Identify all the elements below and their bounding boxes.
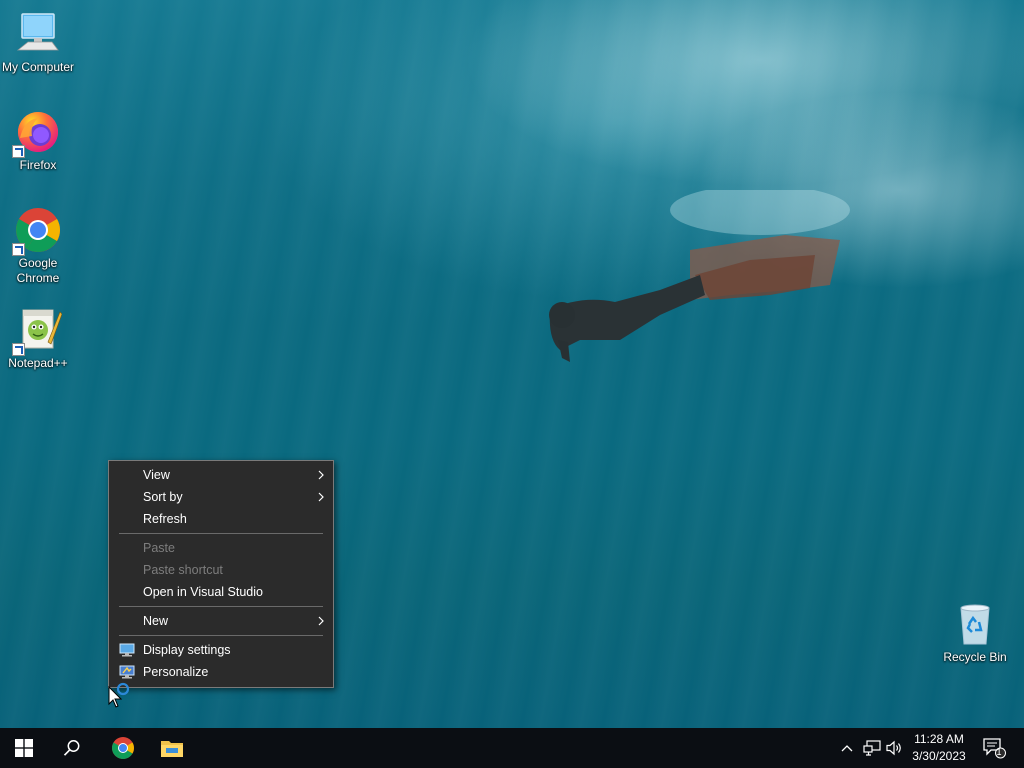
desktop-icon-notepadpp[interactable]: Notepad++ bbox=[0, 306, 76, 371]
start-button[interactable] bbox=[0, 728, 48, 768]
clock-time: 11:28 AM bbox=[914, 732, 964, 746]
network-button[interactable] bbox=[860, 728, 884, 768]
taskbar-app-file-explorer[interactable] bbox=[148, 728, 196, 768]
search-button[interactable] bbox=[48, 728, 96, 768]
desktop-icon-label: Notepad++ bbox=[8, 356, 68, 370]
menu-item-label: Sort by bbox=[143, 490, 183, 504]
menu-item-display-settings[interactable]: Display settings bbox=[109, 639, 333, 661]
menu-item-view[interactable]: View bbox=[109, 464, 333, 486]
menu-item-label: View bbox=[143, 468, 170, 482]
notepadpp-icon bbox=[12, 306, 63, 356]
busy-ring-icon bbox=[116, 682, 130, 696]
taskbar-clock[interactable]: 11:28 AM 3/30/2023 bbox=[906, 731, 972, 765]
menu-item-refresh[interactable]: Refresh bbox=[109, 508, 333, 530]
wallpaper-diver bbox=[549, 190, 850, 362]
menu-item-personalize[interactable]: Personalize bbox=[109, 661, 333, 683]
menu-separator bbox=[119, 635, 323, 636]
desktop-icon-firefox[interactable]: Firefox bbox=[0, 108, 76, 173]
menu-item-label: Open in Visual Studio bbox=[143, 585, 263, 599]
desktop[interactable]: My Computer Firefox Google Chrome Notepa… bbox=[0, 0, 1024, 728]
volume-button[interactable] bbox=[884, 728, 906, 768]
taskbar: 11:28 AM 3/30/2023 1 bbox=[0, 728, 1024, 768]
show-hidden-icons-button[interactable] bbox=[836, 728, 858, 768]
menu-item-label: Paste shortcut bbox=[143, 563, 223, 577]
recycle-bin-icon bbox=[951, 600, 999, 648]
shortcut-arrow-icon bbox=[12, 343, 25, 356]
taskbar-app-chrome[interactable] bbox=[99, 728, 147, 768]
menu-separator bbox=[119, 606, 323, 607]
chevron-right-icon bbox=[318, 470, 324, 480]
menu-item-paste: Paste bbox=[109, 537, 333, 559]
desktop-icon-label: My Computer bbox=[1, 60, 75, 74]
desktop-icon-my-computer[interactable]: My Computer bbox=[0, 10, 76, 75]
desktop-icon-recycle-bin[interactable]: Recycle Bin bbox=[937, 600, 1013, 665]
shortcut-arrow-icon bbox=[12, 243, 25, 256]
menu-separator bbox=[119, 533, 323, 534]
firefox-icon bbox=[12, 108, 62, 158]
network-icon bbox=[863, 740, 881, 756]
menu-item-new[interactable]: New bbox=[109, 610, 333, 632]
menu-item-label: Display settings bbox=[143, 643, 231, 657]
folder-icon bbox=[161, 741, 183, 757]
chrome-icon bbox=[112, 737, 134, 759]
clock-date: 3/30/2023 bbox=[912, 749, 966, 763]
display-icon bbox=[119, 643, 135, 657]
menu-item-label: New bbox=[143, 614, 169, 628]
menu-item-label: Personalize bbox=[143, 665, 209, 679]
desktop-icon-label: Google Chrome bbox=[16, 256, 60, 285]
menu-item-open-in-visual-studio[interactable]: Open in Visual Studio bbox=[109, 581, 333, 603]
desktop-context-menu: View Sort by Refresh Paste Paste shortcu… bbox=[108, 460, 334, 688]
menu-item-label: Paste bbox=[143, 541, 175, 555]
menu-item-sort-by[interactable]: Sort by bbox=[109, 486, 333, 508]
chevron-up-icon bbox=[841, 745, 853, 752]
chevron-right-icon bbox=[318, 492, 324, 502]
desktop-icon-google-chrome[interactable]: Google Chrome bbox=[0, 206, 76, 286]
chrome-icon bbox=[12, 206, 62, 256]
desktop-icon-label: Firefox bbox=[19, 158, 57, 172]
personalize-icon bbox=[119, 665, 135, 679]
shortcut-arrow-icon bbox=[12, 145, 25, 158]
action-center-button[interactable]: 1 bbox=[978, 728, 1010, 768]
volume-icon bbox=[886, 740, 901, 756]
menu-item-label: Refresh bbox=[143, 512, 187, 526]
notification-count-badge: 1 bbox=[996, 747, 1002, 757]
windows-logo-icon bbox=[15, 739, 33, 757]
search-icon bbox=[63, 740, 80, 756]
monitor-icon bbox=[14, 10, 62, 58]
menu-item-paste-shortcut: Paste shortcut bbox=[109, 559, 333, 581]
desktop-icon-label: Recycle Bin bbox=[943, 650, 1007, 664]
chevron-right-icon bbox=[318, 616, 324, 626]
